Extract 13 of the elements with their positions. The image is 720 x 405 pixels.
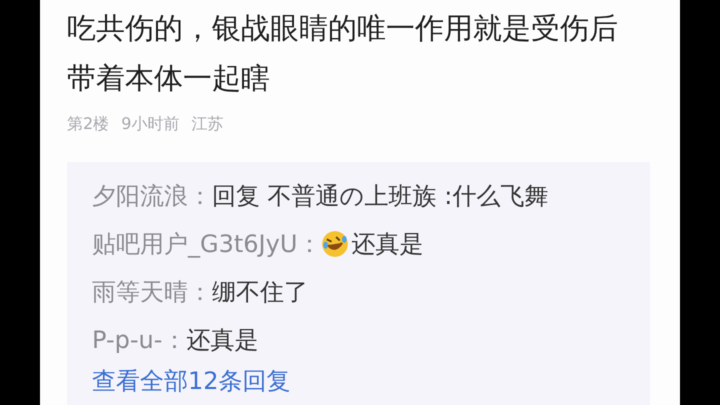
post-time: 9小时前	[121, 114, 180, 134]
reply-text: 还真是	[351, 229, 424, 260]
view-all-replies-link[interactable]: 查看全部12条回复	[92, 366, 630, 396]
reply-author[interactable]: 夕阳流浪：	[92, 180, 212, 212]
floor-number: 第2楼	[67, 114, 110, 134]
reply-text: 还真是	[186, 325, 258, 356]
reply-author[interactable]: 贴吧用户_G3t6JyU：	[92, 228, 322, 260]
reply-text: 回复 不普通の上班族 :什么飞舞	[212, 181, 548, 212]
reply-author[interactable]: 雨等天晴：	[92, 276, 212, 308]
location: 江苏	[191, 114, 224, 134]
reply-author[interactable]: P-p-u-：	[92, 324, 186, 356]
comment-text: 吃共伤的，银战眼睛的唯一作用就是受伤后带着本体一起瞎	[67, 10, 619, 97]
reply-text: 绷不住了	[212, 277, 308, 308]
